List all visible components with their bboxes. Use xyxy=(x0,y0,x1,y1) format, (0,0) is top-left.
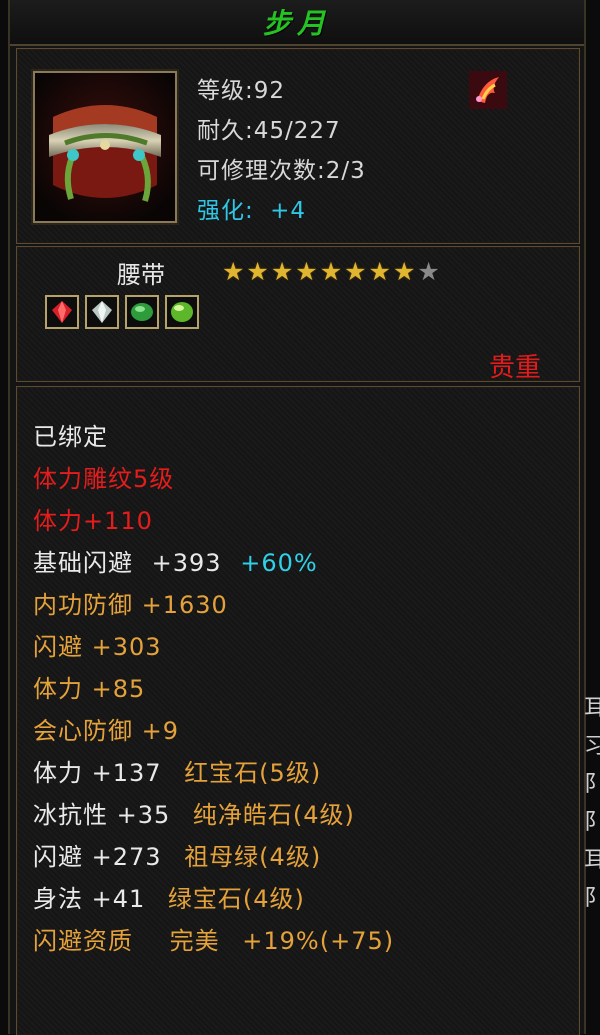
rarity-label: 贵重 xyxy=(488,353,541,383)
gem-name-3: 祖母绿(4级) xyxy=(184,843,322,871)
green-gem-icon xyxy=(131,303,153,321)
edge-char-1: 耳 xyxy=(584,696,600,721)
gem-stat-4: 身法 +41 xyxy=(33,885,146,913)
item-type: 腰带 xyxy=(117,261,165,289)
gem-slot-2 xyxy=(85,295,119,329)
quality-grade: 完美 xyxy=(169,927,220,955)
star-filled-icon: ★ xyxy=(270,257,294,286)
edge-char-5: 耳 xyxy=(584,848,600,873)
dodge-line: 闪避 +303 xyxy=(33,633,162,661)
star-filled-icon: ★ xyxy=(222,257,245,286)
star-filled-icon: ★ xyxy=(319,257,343,286)
background-window-edge: 耳 习 阝 阝 耳 阝 xyxy=(584,690,600,918)
gem-stat-line-2: 冰抗性 +35 纯净皓石(4级) xyxy=(33,795,355,830)
item-header-panel: 等级:92 耐久:45/227 可修理次数:2/3 强化: +4 xyxy=(16,48,580,244)
gem-name-2: 纯净皓石(4级) xyxy=(192,801,355,829)
gem-slot-4 xyxy=(165,295,199,329)
star-empty-icon: ★ xyxy=(417,257,440,286)
enhance-label: 强化: xyxy=(197,198,254,224)
gem-slot-3 xyxy=(125,295,159,329)
item-repair-count: 可修理次数:2/3 xyxy=(197,158,366,184)
quality-line: 闪避资质 完美 +19%(+75) xyxy=(33,921,394,956)
inner-defense-line: 内功防御 +1630 xyxy=(33,591,228,619)
special-skill-icon xyxy=(469,71,507,109)
belt-icon xyxy=(35,73,175,221)
item-name: 步月 xyxy=(262,7,331,40)
bound-status: 已绑定 xyxy=(33,423,108,451)
star-rating: ★ ★ ★ ★ ★ ★ ★ ★ ★ xyxy=(222,259,440,284)
base-dodge-value: +393 xyxy=(151,549,222,577)
item-tooltip: 步月 等级:92 耐久:45/227 可修理次数:2/3 强化: +4 腰带 ★… xyxy=(8,0,586,1035)
base-dodge-line: 基础闪避 +393 +60% xyxy=(33,543,318,578)
quality-bonus: +19%(+75) xyxy=(242,927,395,955)
carving-line: 体力雕纹5级 xyxy=(33,465,175,493)
quality-label: 闪避资质 xyxy=(33,927,133,955)
item-durability: 耐久:45/227 xyxy=(197,118,341,144)
item-enhance: 强化: +4 xyxy=(197,191,306,225)
attribute-panel: 已绑定 体力雕纹5级 体力+110 基础闪避 +393 +60% 内功防御 +1… xyxy=(16,386,580,1035)
gem-stat-line-3: 闪避 +273 祖母绿(4级) xyxy=(33,837,321,872)
star-filled-icon: ★ xyxy=(392,257,416,286)
emerald-gem-icon xyxy=(171,302,193,322)
gem-stat-2: 冰抗性 +35 xyxy=(33,801,171,829)
edge-char-2: 习 xyxy=(584,734,600,759)
star-filled-icon: ★ xyxy=(246,257,269,286)
item-name-bar: 步月 xyxy=(10,0,584,46)
edge-char-6: 阝 xyxy=(584,886,600,911)
star-filled-icon: ★ xyxy=(344,257,367,286)
stamina-line: 体力 +85 xyxy=(33,675,146,703)
star-filled-icon: ★ xyxy=(368,257,391,286)
enhance-value: +4 xyxy=(270,198,306,224)
gem-slot-1 xyxy=(45,295,79,329)
gem-name-4: 绿宝石(4级) xyxy=(167,885,305,913)
item-type-panel: 腰带 ★ ★ ★ ★ ★ ★ ★ ★ ★ 贵重 xyxy=(16,246,580,383)
red-gem-icon xyxy=(52,301,72,323)
base-dodge-label: 基础闪避 xyxy=(33,549,133,577)
gem-stat-1: 体力 +137 xyxy=(33,759,162,787)
carving-bonus: 体力+110 xyxy=(33,507,153,535)
gem-name-1: 红宝石(5级) xyxy=(184,759,322,787)
edge-char-4: 阝 xyxy=(584,810,600,835)
white-gem-icon xyxy=(92,301,112,323)
gem-slots xyxy=(45,295,199,329)
star-filled-icon: ★ xyxy=(295,257,318,286)
gem-stat-line-1: 体力 +137 红宝石(5级) xyxy=(33,753,321,788)
edge-char-3: 阝 xyxy=(584,772,600,797)
crit-defense-line: 会心防御 +9 xyxy=(33,717,180,745)
base-dodge-percent: +60% xyxy=(240,549,318,577)
gem-stat-line-4: 身法 +41 绿宝石(4级) xyxy=(33,879,305,914)
item-level: 等级:92 xyxy=(197,78,286,104)
gem-stat-3: 闪避 +273 xyxy=(33,843,162,871)
item-icon xyxy=(33,71,177,223)
